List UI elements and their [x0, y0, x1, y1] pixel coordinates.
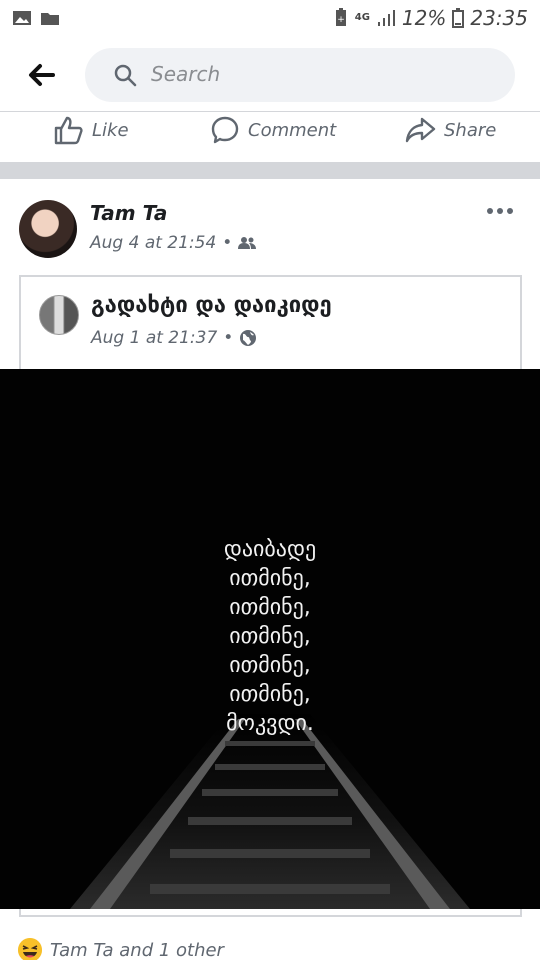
share-button[interactable]: Share — [404, 113, 496, 147]
status-bar: + 4G 12% 23:35 — [0, 0, 540, 38]
laughing-emoji-icon — [18, 938, 42, 960]
svg-text:+: + — [337, 15, 345, 25]
folder-icon — [41, 13, 59, 25]
signal-icon — [377, 10, 395, 26]
poem-line: ითმინე, — [229, 595, 311, 620]
reaction-text: Tam Ta and 1 other — [50, 939, 224, 960]
shared-post-meta: Aug 1 at 21:37 • — [91, 328, 257, 348]
friends-icon — [238, 237, 257, 249]
section-divider — [0, 162, 540, 179]
poem-line: დაიბადე — [223, 537, 317, 562]
comment-button[interactable]: Comment — [210, 113, 336, 147]
battery-saver-icon: + — [335, 8, 346, 26]
like-icon — [54, 116, 83, 145]
globe-icon — [240, 330, 257, 346]
shared-page-name[interactable]: გადახტი და დაიკიდე — [91, 293, 332, 318]
post-meta: Aug 4 at 21:54 • — [90, 233, 257, 253]
more-icon — [487, 208, 513, 214]
image-icon — [13, 11, 31, 25]
shared-post-card[interactable]: გადახტი და დაიკიდე Aug 1 at 21:37 • — [19, 275, 522, 370]
battery-percent: 12% — [401, 6, 447, 30]
reaction-summary[interactable]: Tam Ta and 1 other — [18, 938, 224, 960]
poem-line: მოკვდი. — [226, 711, 314, 736]
share-icon — [405, 117, 436, 143]
top-navigation-bar: Search — [0, 38, 540, 112]
notification-icons — [12, 9, 60, 27]
like-button[interactable]: Like — [52, 113, 129, 147]
like-label: Like — [92, 119, 129, 141]
shared-post-card-footer — [19, 909, 522, 917]
post-action-bar: Like Comment Share — [0, 112, 540, 162]
shared-post-timestamp[interactable]: Aug 1 at 21:37 — [91, 328, 217, 348]
search-placeholder: Search — [151, 62, 221, 86]
image-caption-poem: დაიბადე ითმინე, ითმინე, ითმინე, ითმინე, … — [0, 535, 540, 738]
comment-label: Comment — [248, 119, 337, 141]
poem-line: ითმინე, — [229, 624, 311, 649]
feed-post: Tam Ta Aug 4 at 21:54 • გადახტი და დაიკი… — [0, 179, 540, 960]
network-type: 4G — [354, 12, 370, 23]
comment-icon — [211, 116, 239, 144]
meta-separator: • — [223, 328, 234, 348]
page-avatar[interactable] — [39, 295, 79, 335]
shared-post-image[interactable]: დაიბადე ითმინე, ითმინე, ითმინე, ითმინე, … — [0, 369, 540, 909]
search-icon — [114, 64, 137, 87]
author-name[interactable]: Tam Ta — [90, 201, 167, 225]
poem-line: ითმინე, — [229, 682, 311, 707]
post-timestamp[interactable]: Aug 4 at 21:54 — [90, 233, 216, 253]
back-button[interactable] — [24, 58, 58, 92]
more-options-button[interactable] — [484, 201, 516, 221]
poem-line: ითმინე, — [229, 653, 311, 678]
search-bar[interactable]: Search — [85, 48, 515, 102]
author-avatar[interactable] — [19, 200, 77, 258]
battery-icon — [452, 8, 465, 28]
back-arrow-icon — [29, 64, 55, 86]
poem-line: ითმინე, — [229, 566, 311, 591]
share-label: Share — [444, 119, 497, 141]
meta-separator: • — [222, 233, 233, 253]
system-status: + 4G 12% 23:35 — [333, 6, 528, 30]
clock: 23:35 — [470, 6, 528, 30]
